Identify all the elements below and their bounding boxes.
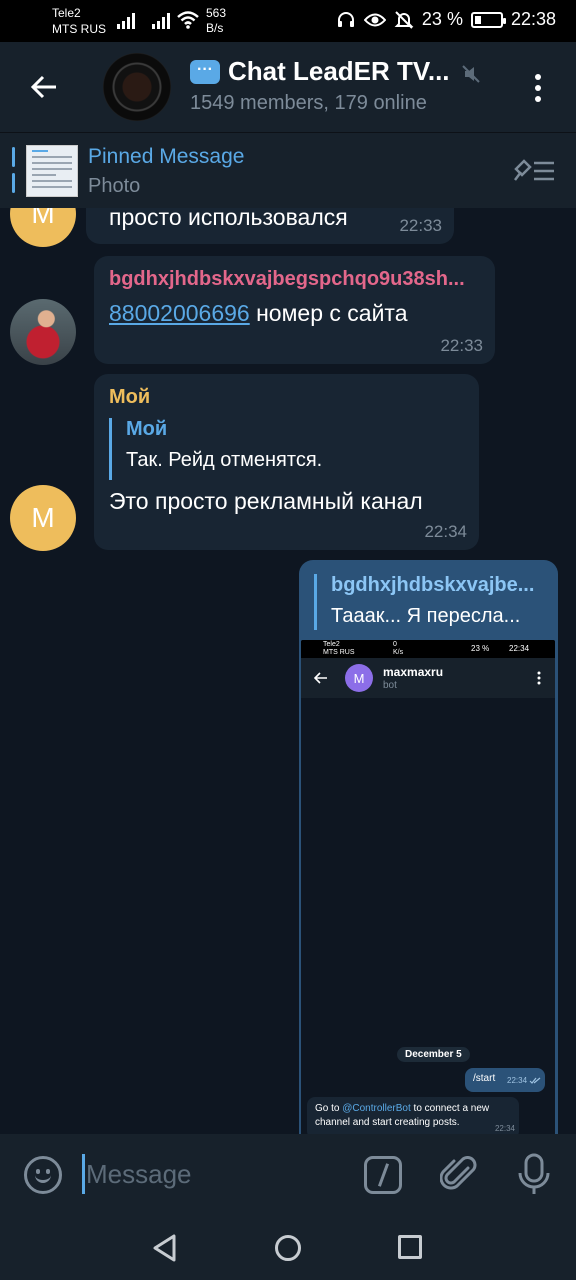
reply-author: Мой <box>126 418 168 440</box>
screenshot-chat-sub: bot <box>383 680 397 691</box>
screenshot-in-text: Go to <box>315 1103 343 1114</box>
pinned-photo-thumbnail <box>26 145 78 197</box>
system-navigation-bar <box>0 1214 576 1280</box>
status-bar: Tele2 MTS RUS 563 B/s 23 % 22:38 <box>0 0 576 42</box>
message-time: 22:33 <box>440 336 483 355</box>
message-input[interactable] <box>86 1154 336 1194</box>
chat-header: ··· Chat LeadER TV... 1549 members, 179 … <box>0 42 576 132</box>
chat-title: Chat LeadER TV... <box>228 56 450 86</box>
eye-icon <box>363 13 386 26</box>
message-text-rest: номер с сайта <box>249 300 408 326</box>
double-check-icon <box>529 1077 541 1084</box>
bell-off-icon <box>394 10 414 29</box>
more-vertical-icon <box>537 671 541 685</box>
microphone-icon[interactable] <box>514 1152 554 1196</box>
pinned-list-icon[interactable] <box>512 155 556 185</box>
reply-author: bgdhxjhdbskxvajbe... <box>331 574 535 596</box>
message-bubble[interactable]: просто использовался 22:33 <box>86 208 454 244</box>
message-text: Это просто рекламный канал <box>109 488 423 514</box>
speech-bubble-icon: ··· <box>190 59 220 84</box>
pinned-message-bar[interactable]: Pinned Message Photo <box>0 132 576 208</box>
carrier-1: Tele2 <box>52 6 81 20</box>
battery-icon <box>470 11 506 28</box>
wifi-icon <box>177 11 199 29</box>
carrier-2: MTS RUS <box>52 22 106 36</box>
screenshot-incoming-message: Go to @ControllerBot to connect a new ch… <box>307 1097 519 1134</box>
pinned-subtitle: Photo <box>88 175 141 197</box>
clock: 22:38 <box>510 9 556 29</box>
message-time: 22:33 <box>399 216 442 235</box>
screenshot-speed-unit: K/s <box>393 649 404 656</box>
screenshot-header: M maxmaxru bot <box>301 658 555 698</box>
message-list[interactable]: M просто использовался 22:33 bgdhxjhdbsk… <box>0 208 576 1134</box>
emoji-button[interactable] <box>24 1156 62 1194</box>
arrow-left-icon <box>314 672 327 684</box>
message-input-bar <box>0 1134 576 1214</box>
screenshot-status-bar: Tele2 MTS RUS 0 K/s 23 % 22:34 <box>301 640 555 658</box>
headphones-icon <box>337 11 354 27</box>
status-right: 23 % 22:38 <box>336 9 556 30</box>
signal-icon <box>117 13 135 29</box>
avatar[interactable]: M <box>10 485 76 551</box>
screenshot-carrier-2: MTS RUS <box>323 649 355 656</box>
phone-link[interactable]: 88002006696 <box>109 300 250 326</box>
screenshot-out-time: 22:34 <box>507 1076 528 1085</box>
nav-back-icon[interactable] <box>152 1234 178 1262</box>
text-caret <box>82 1154 85 1194</box>
screenshot-carrier-1: Tele2 <box>323 641 340 648</box>
reply-text: Так. Рейд отменятся. <box>126 449 323 471</box>
avatar[interactable]: M <box>10 208 76 247</box>
screenshot-date-badge: December 5 <box>397 1047 470 1062</box>
back-button[interactable] <box>22 67 66 107</box>
screenshot-chat-name: maxmaxru <box>383 665 444 679</box>
pinned-title: Pinned Message <box>88 145 245 168</box>
screenshot-battery: 23 % <box>471 644 490 653</box>
speed-value: 563 <box>206 6 227 20</box>
more-menu-button[interactable] <box>520 68 556 108</box>
screenshot-outgoing-message: /start 22:34 <box>465 1068 545 1092</box>
screenshot-speed-value: 0 <box>393 641 397 648</box>
message-bubble[interactable]: Мой Мой Так. Рейд отменятся. Это просто … <box>94 374 479 550</box>
message-text: просто использовался <box>109 208 348 230</box>
screenshot-out-text: /start <box>473 1073 496 1084</box>
reply-quote[interactable]: bgdhxjhdbskxvajbe... Тааак... Я пересла.… <box>314 574 544 630</box>
network-speed: 563 B/s <box>206 6 226 36</box>
paperclip-icon[interactable] <box>440 1154 480 1196</box>
message-bubble[interactable]: bgdhxjhdbskxvajbegspchqo9u38sh... 880020… <box>94 256 495 364</box>
chat-members-status: 1549 members, 179 online <box>190 92 427 114</box>
avatar[interactable] <box>10 299 76 365</box>
pinned-indicator <box>12 147 15 195</box>
screenshot-mention: @ControllerBot <box>342 1103 411 1114</box>
carrier-names: Tele2 MTS RUS <box>52 5 106 37</box>
screenshot-avatar: M <box>345 664 373 692</box>
screenshot-time: 22:34 <box>509 644 530 653</box>
signal-icon <box>152 13 170 29</box>
arrow-left-icon <box>30 75 56 99</box>
speed-unit: B/s <box>206 21 224 35</box>
sender-name[interactable]: Мой <box>109 386 150 409</box>
sender-name[interactable]: bgdhxjhdbskxvajbegspchqo9u38sh... <box>109 268 483 291</box>
battery-percent: 23 % <box>421 9 463 29</box>
reply-quote[interactable]: Мой Так. Рейд отменятся. <box>109 418 449 480</box>
chat-title-row[interactable]: ··· Chat LeadER TV... <box>190 56 450 87</box>
message-time: 22:34 <box>424 522 467 541</box>
message-bubble-outgoing[interactable]: bgdhxjhdbskxvajbe... Тааак... Я пересла.… <box>299 560 558 1134</box>
screenshot-speed: 0 K/s <box>393 641 403 657</box>
bot-commands-button[interactable] <box>364 1156 402 1194</box>
screenshot-in-time: 22:34 <box>494 1124 515 1133</box>
chat-avatar[interactable] <box>103 53 171 121</box>
attached-screenshot[interactable]: Tele2 MTS RUS 0 K/s 23 % 22:34 M maxmaxru … <box>301 640 555 1134</box>
reply-text: Тааак... Я пересла... <box>331 605 521 627</box>
message-text: 88002006696 номер с сайта <box>109 300 407 327</box>
telegram-chat-screen: Tele2 MTS RUS 563 B/s 23 % 22:38 ··· Cha… <box>0 0 576 1280</box>
muted-icon <box>462 65 480 83</box>
screenshot-carriers: Tele2 MTS RUS <box>323 641 355 657</box>
nav-home-button[interactable] <box>275 1235 301 1261</box>
nav-recents-button[interactable] <box>398 1235 422 1259</box>
